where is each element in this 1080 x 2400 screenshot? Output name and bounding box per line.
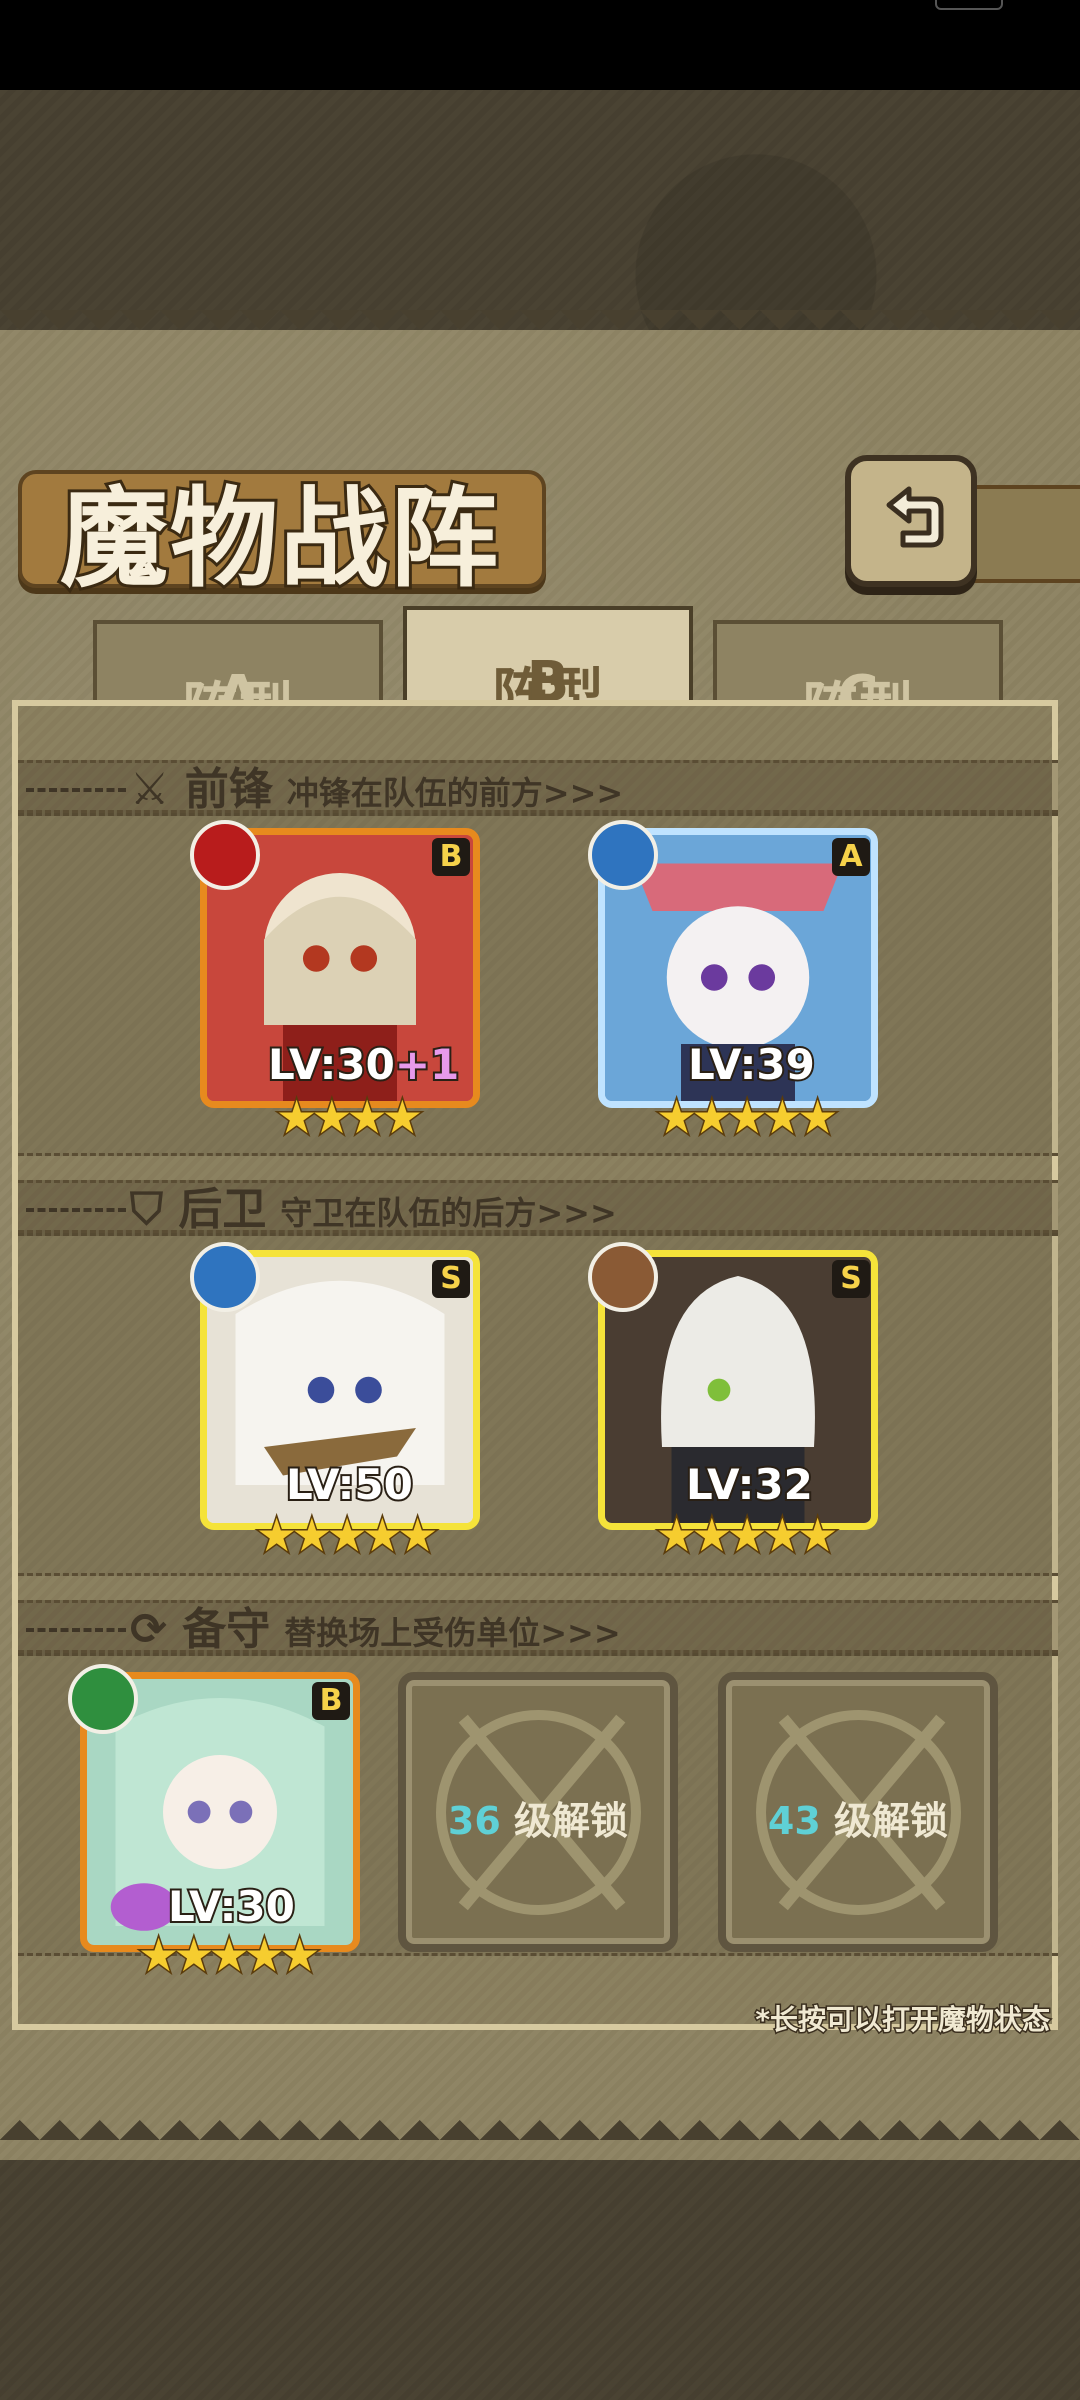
back-row-band: [18, 1230, 1058, 1576]
locked-slot[interactable]: 36 级解锁: [398, 1672, 678, 1952]
rank-badge: B: [312, 1682, 350, 1720]
back-button[interactable]: [845, 455, 977, 587]
star-rating: ★★★★★: [254, 1507, 439, 1564]
unlock-label: 43 级解锁: [726, 1790, 990, 1845]
torn-edge-bottom: [0, 2100, 1080, 2140]
back-section-header: ⛉ 后卫 守卫在队伍的后方>>>: [130, 1173, 617, 1237]
tab-formation-c[interactable]: 阵型 C: [713, 620, 1003, 742]
unit-level: LV:50: [284, 1458, 415, 1511]
formation-tabs: 阵型 A 阵型 B 阵型 C: [18, 600, 1058, 742]
tab-formation-a[interactable]: 阵型 A: [93, 620, 383, 742]
unlock-text: 级解锁: [834, 1799, 949, 1843]
back-title: 后卫: [178, 1184, 267, 1235]
unit-level: LV:32: [684, 1458, 815, 1511]
front-section-header: ⚔ 前锋 冲锋在队伍的前方>>>: [130, 753, 623, 817]
star-rating: ★★★★★: [654, 1507, 839, 1564]
status-indicator: [935, 0, 1003, 10]
front-title: 前锋: [184, 764, 273, 815]
status-bar: [0, 0, 1080, 90]
rank-badge: S: [432, 1260, 470, 1298]
divider: [26, 788, 126, 792]
unlock-level: 36: [447, 1799, 501, 1843]
divider: [26, 1208, 126, 1212]
fire-element-icon: [190, 820, 260, 890]
leaf-element-icon: [68, 1664, 138, 1734]
reserve-subtitle: 替换场上受伤单位>>>: [284, 1614, 621, 1652]
level-bonus: +1: [393, 1038, 461, 1091]
unit-level: LV:39: [686, 1038, 817, 1091]
water-element-icon: [588, 820, 658, 890]
water-element-icon: [190, 1242, 260, 1312]
sword-icon: ⚔: [130, 764, 170, 815]
swap-icon: ⟳: [130, 1604, 167, 1655]
back-subtitle: 守卫在队伍的后方>>>: [280, 1194, 617, 1232]
page-title: 魔物战阵: [57, 473, 501, 605]
tab-formation-b[interactable]: 阵型 B: [403, 606, 693, 728]
rank-badge: S: [832, 1260, 870, 1298]
shield-icon: ⛉: [130, 1184, 163, 1235]
locked-slot[interactable]: 43 级解锁: [718, 1672, 998, 1952]
unlock-label: 36 级解锁: [406, 1790, 670, 1845]
unit-level: LV:30: [166, 1880, 297, 1933]
star-rating: ★★★★★: [136, 1927, 321, 1984]
unlock-text: 级解锁: [514, 1799, 629, 1843]
unit-level: LV:30+1: [266, 1038, 461, 1091]
divider: [26, 1628, 126, 1632]
torn-edge-top: [0, 310, 1080, 350]
return-arrow-icon: [886, 486, 944, 548]
star-rating: ★★★★: [275, 1089, 425, 1146]
star-rating: ★★★★★: [654, 1089, 839, 1146]
reserve-section-header: ⟳ 备守 替换场上受伤单位>>>: [130, 1593, 621, 1657]
level-text: LV:30: [266, 1038, 397, 1091]
hint-footnote: *长按可以打开魔物状态: [754, 2002, 1052, 2038]
unlock-level: 43: [767, 1799, 821, 1843]
rank-badge: B: [432, 838, 470, 876]
reserve-title: 备守: [182, 1604, 271, 1655]
earth-element-icon: [588, 1242, 658, 1312]
front-row-band: [18, 810, 1058, 1156]
rank-badge: A: [832, 838, 870, 876]
front-subtitle: 冲锋在队伍的前方>>>: [286, 774, 624, 812]
back-strip: [960, 485, 1080, 583]
